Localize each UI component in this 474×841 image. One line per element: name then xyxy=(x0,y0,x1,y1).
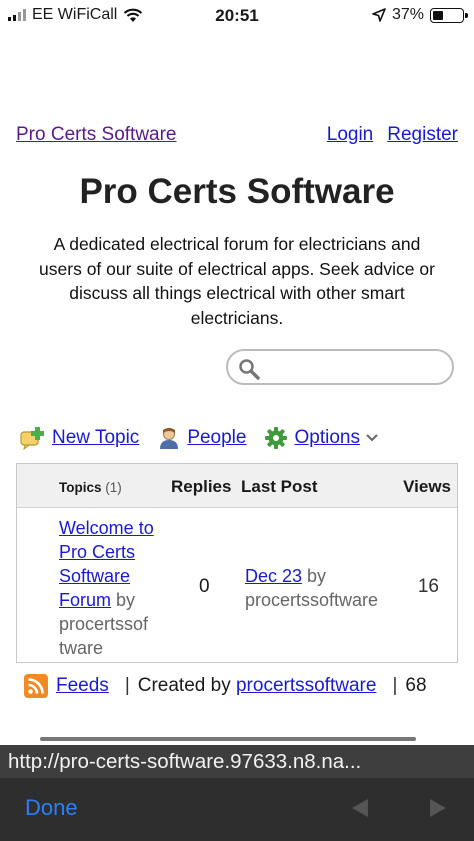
location-arrow-icon xyxy=(372,8,386,22)
replies-column-header: Replies xyxy=(171,477,232,496)
people-button[interactable]: People xyxy=(157,426,246,450)
page-title: Pro Certs Software xyxy=(79,172,395,211)
table-row: Welcome to Pro Certs Software Forum by proc… xyxy=(17,508,457,663)
battery-percent: 37% xyxy=(391,6,424,23)
topics-column-header[interactable]: Topics (1) xyxy=(59,480,122,495)
rss-icon[interactable] xyxy=(24,674,48,698)
topic-title-link[interactable]: Welcome to Pro Certs Software Forum xyxy=(59,518,154,610)
views-count: 16 xyxy=(417,576,439,597)
done-button[interactable]: Done xyxy=(25,795,78,821)
forum-toolbar: New Topic People Options xyxy=(20,424,396,452)
chevron-down-icon xyxy=(366,434,378,442)
topics-count: (1) xyxy=(105,480,122,495)
feeds-link[interactable]: Feeds xyxy=(56,675,109,697)
new-topic-button[interactable]: New Topic xyxy=(20,426,139,450)
topic-by-label: by xyxy=(111,590,136,610)
last-post-cell: Dec 23 by procertssoftware xyxy=(245,564,378,612)
forum-description: A dedicated electrical forum for electri… xyxy=(39,234,435,328)
table-header: Topics (1) Replies Last Post Views xyxy=(17,464,457,508)
battery-icon xyxy=(430,7,468,23)
topics-header-label: Topics xyxy=(59,480,102,495)
browser-bottom-bar: Done xyxy=(0,778,474,841)
gear-icon xyxy=(265,427,288,449)
new-topic-link[interactable]: New Topic xyxy=(52,427,139,449)
views-column-header: Views xyxy=(403,477,451,496)
status-bar: EE WiFiCall 20:51 37% xyxy=(0,0,474,32)
search-input[interactable] xyxy=(226,349,454,385)
options-link[interactable]: Options xyxy=(294,427,359,449)
url-bar[interactable]: http://pro-certs-software.97633.n8.na... xyxy=(0,745,474,778)
register-link[interactable]: Register xyxy=(387,124,458,146)
last-post-date-link[interactable]: Dec 23 xyxy=(245,566,302,586)
topic-author: procertssof tware xyxy=(59,614,149,658)
created-by-label: Created by xyxy=(137,675,231,696)
last-post-by-label: by xyxy=(302,566,327,586)
rss-glyph xyxy=(28,678,44,694)
forward-arrow-icon[interactable] xyxy=(430,799,446,817)
last-post-column-header: Last Post xyxy=(241,477,318,496)
back-arrow-icon[interactable] xyxy=(352,799,368,817)
account-links: Login Register xyxy=(327,124,458,146)
footer-separator-2: | xyxy=(392,675,398,696)
new-topic-icon xyxy=(20,427,44,450)
search-icon xyxy=(239,359,260,380)
people-link[interactable]: People xyxy=(187,427,246,449)
topic-cell: Welcome to Pro Certs Software Forum by proc… xyxy=(59,516,171,660)
footer-separator: | xyxy=(124,675,130,696)
options-menu[interactable]: Options xyxy=(264,426,378,450)
home-link[interactable]: Pro Certs Software xyxy=(16,124,177,146)
creator-link[interactable]: procertssoftware xyxy=(236,675,376,697)
last-post-author: procertssoftware xyxy=(245,590,379,610)
footer-trailing-text: 68 xyxy=(405,675,427,696)
forum-footer: Feeds | Created by procertssoftware | 68 xyxy=(24,672,427,700)
replies-count: 0 xyxy=(199,576,210,597)
people-icon xyxy=(160,428,179,449)
status-right: 37% xyxy=(372,6,468,24)
topics-table: Topics (1) Replies Last Post Views Welco… xyxy=(16,463,458,663)
login-link[interactable]: Login xyxy=(327,124,374,146)
horizontal-scrollbar[interactable] xyxy=(40,737,416,741)
